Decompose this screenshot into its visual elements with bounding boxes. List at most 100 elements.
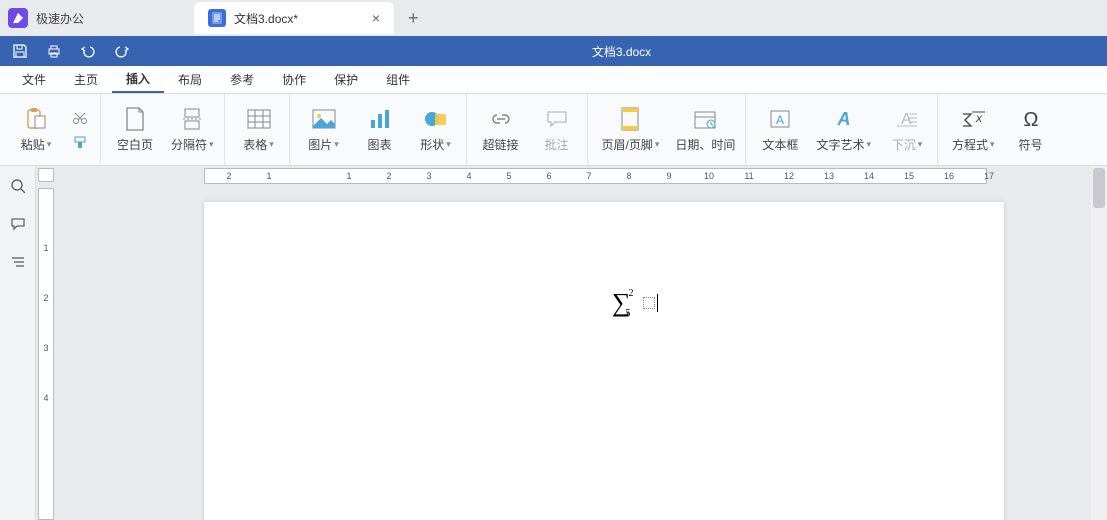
comments-panel-icon[interactable]	[8, 214, 28, 234]
page-break-button[interactable]: 分隔符▾	[171, 106, 214, 153]
ruler-mark: 5	[489, 171, 529, 181]
save-icon[interactable]	[6, 37, 34, 65]
tab-protect[interactable]: 保护	[320, 66, 372, 93]
comment-icon	[543, 106, 571, 132]
editor-area: 211234567891011121314151617 1234 ∑ 2 5	[36, 166, 1107, 520]
svg-text:A: A	[836, 109, 850, 129]
horizontal-ruler[interactable]: 211234567891011121314151617	[204, 168, 987, 184]
textbox-label: 文本框	[762, 136, 798, 153]
link-icon	[487, 106, 515, 132]
textbox-icon: A	[766, 106, 794, 132]
ruler-mark: 4	[449, 171, 489, 181]
calendar-icon	[691, 106, 719, 132]
ruler-corner	[38, 168, 54, 182]
chart-button[interactable]: 图表	[360, 106, 400, 153]
equation-button[interactable]: x 方程式▾	[952, 106, 995, 153]
hyperlink-label: 超链接	[483, 136, 519, 153]
header-footer-label: 页眉/页脚	[602, 136, 653, 153]
chevron-down-icon: ▾	[446, 139, 451, 150]
cut-icon[interactable]	[72, 111, 90, 125]
blank-page-button[interactable]: 空白页	[115, 106, 155, 153]
scrollbar-thumb[interactable]	[1093, 168, 1105, 208]
ruler-mark: 3	[409, 171, 449, 181]
document-tab[interactable]: 文档3.docx* ×	[194, 2, 394, 34]
tab-layout[interactable]: 布局	[164, 66, 216, 93]
wordart-label: 文字艺术	[816, 136, 864, 153]
ruler-mark: 15	[889, 171, 929, 181]
tab-reference[interactable]: 参考	[216, 66, 268, 93]
datetime-button[interactable]: 日期、时间	[675, 106, 735, 153]
header-footer-icon	[616, 106, 644, 132]
add-tab-icon[interactable]: +	[408, 8, 419, 29]
wordart-icon: A	[830, 106, 858, 132]
chevron-down-icon: ▾	[269, 139, 274, 150]
side-panel	[0, 166, 36, 520]
page-break-icon	[178, 106, 206, 132]
table-label: 表格	[243, 136, 267, 153]
shape-icon	[422, 106, 450, 132]
chevron-down-icon: ▾	[990, 139, 995, 150]
tab-collab[interactable]: 协作	[268, 66, 320, 93]
ruler-mark: 8	[609, 171, 649, 181]
datetime-label: 日期、时间	[675, 136, 735, 153]
dropcap-button[interactable]: A 下沉▾	[887, 106, 927, 153]
symbol-icon: Ω	[1017, 106, 1045, 132]
equation-icon: x	[959, 106, 987, 132]
equation-placeholder[interactable]	[643, 297, 655, 309]
chevron-down-icon: ▾	[866, 139, 871, 150]
chevron-down-icon: ▾	[655, 139, 660, 150]
ribbon-tabs: 文件 主页 插入 布局 参考 协作 保护 组件	[0, 66, 1107, 94]
ruler-mark: 6	[529, 171, 569, 181]
symbol-label: 符号	[1019, 136, 1043, 153]
page-icon	[121, 106, 149, 132]
comment-label: 批注	[545, 136, 569, 153]
quick-access-bar: 文档3.docx	[0, 36, 1107, 66]
ruler-mark: 13	[809, 171, 849, 181]
outline-panel-icon[interactable]	[8, 252, 28, 272]
paste-icon	[22, 106, 50, 132]
format-painter-icon[interactable]	[72, 135, 90, 149]
dropcap-label: 下沉	[892, 136, 916, 153]
header-footer-button[interactable]: 页眉/页脚▾	[602, 106, 660, 153]
chevron-down-icon: ▾	[918, 139, 923, 150]
chevron-down-icon: ▾	[209, 139, 214, 150]
tab-file[interactable]: 文件	[8, 66, 60, 93]
table-icon	[245, 106, 273, 132]
ruler-mark: 10	[689, 171, 729, 181]
redo-icon[interactable]	[108, 37, 136, 65]
comment-button[interactable]: 批注	[537, 106, 577, 153]
table-button[interactable]: 表格▾	[239, 106, 279, 153]
shape-label: 形状	[420, 136, 444, 153]
ruler-mark: 1	[329, 171, 369, 181]
document-page[interactable]: ∑ 2 5	[204, 202, 1004, 520]
app-logo-icon	[8, 8, 28, 28]
chevron-down-icon: ▾	[334, 139, 339, 150]
ruler-mark: 7	[569, 171, 609, 181]
wordart-button[interactable]: A 文字艺术▾	[816, 106, 871, 153]
symbol-button[interactable]: Ω 符号	[1011, 106, 1051, 153]
paste-button[interactable]: 粘贴▾	[16, 106, 56, 153]
search-icon[interactable]	[8, 176, 28, 196]
equation-lower-bound: 5	[626, 308, 631, 319]
textbox-button[interactable]: A 文本框	[760, 106, 800, 153]
tab-component[interactable]: 组件	[372, 66, 424, 93]
undo-icon[interactable]	[74, 37, 102, 65]
dropcap-icon: A	[893, 106, 921, 132]
tab-home[interactable]: 主页	[60, 66, 112, 93]
print-icon[interactable]	[40, 37, 68, 65]
hyperlink-button[interactable]: 超链接	[481, 106, 521, 153]
ruler-mark: 4	[43, 393, 48, 433]
ruler-mark: 2	[369, 171, 409, 181]
equation-object[interactable]: ∑ 2 5	[612, 288, 658, 318]
picture-icon	[310, 106, 338, 132]
shape-button[interactable]: 形状▾	[416, 106, 456, 153]
close-icon[interactable]: ×	[372, 10, 380, 26]
ruler-mark: 2	[209, 171, 249, 181]
ruler-mark: 2	[43, 293, 48, 333]
picture-button[interactable]: 图片▾	[304, 106, 344, 153]
tab-insert[interactable]: 插入	[112, 66, 164, 93]
ruler-mark: 3	[43, 343, 48, 383]
ribbon: 粘贴▾ 空白页 分隔符▾ 表格▾ 图片▾ 图表	[0, 94, 1107, 166]
vertical-ruler[interactable]: 1234	[38, 188, 54, 520]
vertical-scrollbar[interactable]	[1091, 166, 1107, 520]
